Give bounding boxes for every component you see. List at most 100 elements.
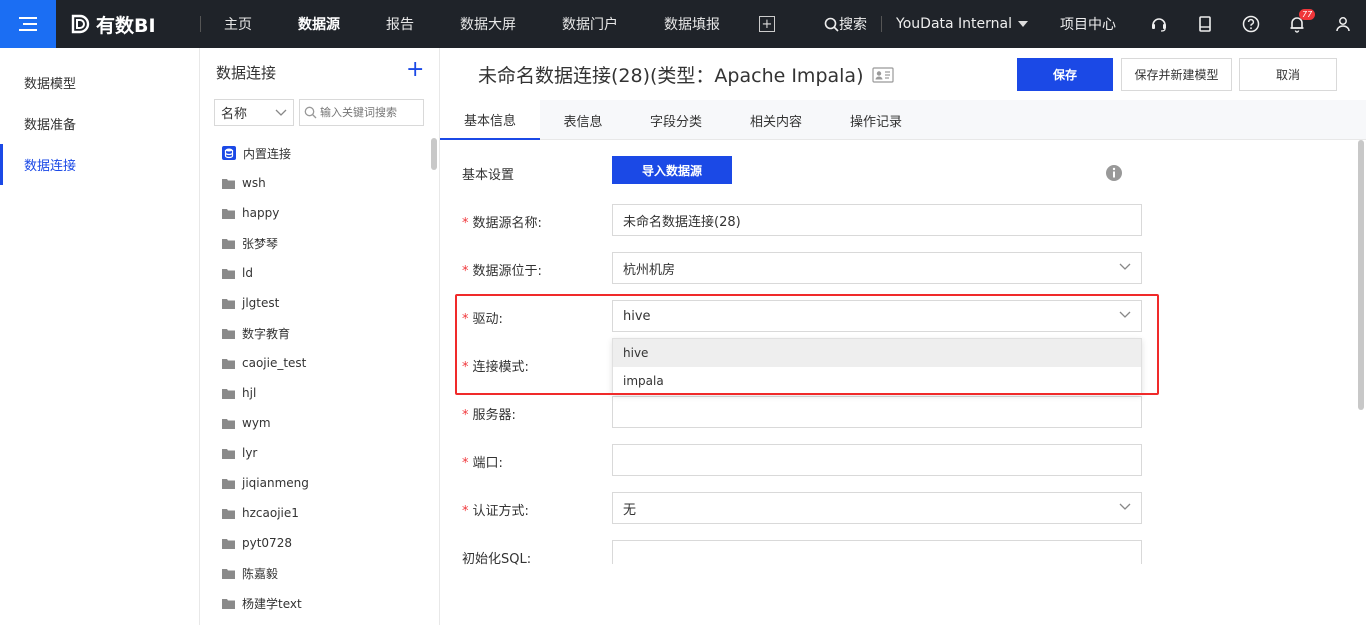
tab-operation-log[interactable]: 操作记录: [826, 100, 926, 140]
support-button[interactable]: [1136, 0, 1182, 48]
datasource-name-input[interactable]: 未命名数据连接(28): [612, 204, 1142, 236]
nav-bigscreen[interactable]: 数据大屏: [437, 0, 539, 48]
save-button[interactable]: 保存: [1017, 58, 1113, 91]
connection-panel-title: 数据连接: [216, 64, 277, 82]
driver-option-impala[interactable]: impala: [613, 367, 1141, 395]
tab-related-content[interactable]: 相关内容: [726, 100, 826, 140]
tree-item[interactable]: jiqianmeng: [200, 468, 428, 498]
notification-badge: 77: [1299, 9, 1316, 20]
tree-item-label: jlgtest: [242, 296, 280, 310]
init-sql-input[interactable]: [612, 540, 1142, 564]
required-mark: *: [462, 408, 469, 423]
tree-item-label: wym: [242, 416, 271, 430]
tree-scrollbar[interactable]: [431, 138, 437, 170]
youdata-logo-icon: [71, 14, 90, 34]
tree-item-label: pyt0728: [242, 536, 292, 550]
required-mark: *: [462, 360, 469, 375]
tree-item[interactable]: happy: [200, 198, 428, 228]
folder-icon: [222, 448, 235, 459]
tree-item[interactable]: hjl: [200, 378, 428, 408]
headset-icon: [1152, 18, 1166, 32]
tab-field-category[interactable]: 字段分类: [626, 100, 726, 140]
sidebar-item-data-connection[interactable]: 数据连接: [0, 144, 199, 185]
tree-item[interactable]: 数字教育: [200, 318, 428, 348]
nav-report[interactable]: 报告: [363, 0, 437, 48]
help-button[interactable]: [1228, 0, 1274, 48]
cancel-button[interactable]: 取消: [1239, 58, 1337, 91]
tree-item-label: hjl: [242, 386, 257, 400]
filter-select[interactable]: 名称: [214, 99, 294, 126]
page-title: 未命名数据连接(28)(类型：Apache Impala): [478, 61, 895, 88]
filter-select-value: 名称: [221, 107, 248, 122]
project-center-link[interactable]: 项目中心: [1060, 14, 1116, 34]
tree-item[interactable]: lyr: [200, 438, 428, 468]
tree-item-label: hzcaojie1: [242, 506, 299, 520]
help-icon: [1242, 15, 1260, 33]
port-input[interactable]: [612, 444, 1142, 476]
nav-datasource[interactable]: 数据源: [275, 0, 363, 48]
tree-item[interactable]: wym: [200, 408, 428, 438]
port-label-text: 端口:: [472, 456, 503, 471]
database-icon: [222, 146, 236, 160]
auth-method-label-text: 认证方式:: [472, 504, 529, 519]
tree-item[interactable]: wsh: [200, 168, 428, 198]
tree-item-label: happy: [242, 206, 280, 220]
user-button[interactable]: [1320, 0, 1366, 48]
driver-option-hive[interactable]: hive: [613, 339, 1141, 367]
tree-item[interactable]: ld: [200, 258, 428, 288]
tree-item[interactable]: caojie_test: [200, 348, 428, 378]
required-mark: *: [462, 312, 469, 327]
tree-item-label: lyr: [242, 446, 258, 460]
sidebar-item-data-prep[interactable]: 数据准备: [0, 103, 199, 144]
tree-item[interactable]: 张梦琴: [200, 228, 428, 258]
driver-select[interactable]: hive: [612, 300, 1142, 332]
auth-method-select[interactable]: 无: [612, 492, 1142, 524]
tree-item[interactable]: hzcaojie1: [200, 498, 428, 528]
tab-table-info[interactable]: 表信息: [540, 100, 626, 140]
docs-button[interactable]: [1182, 0, 1228, 48]
org-switcher[interactable]: YouData Internal: [882, 16, 1042, 32]
nav-add-icon[interactable]: +: [759, 16, 775, 32]
nav-data-entry[interactable]: 数据填报: [641, 0, 743, 48]
tab-bar: 基本信息 表信息 字段分类 相关内容 操作记录: [440, 100, 1366, 140]
logo[interactable]: 有数BI: [70, 11, 200, 38]
required-mark: *: [462, 264, 469, 279]
datasource-location-select[interactable]: 杭州机房: [612, 252, 1142, 284]
tree-item[interactable]: pyt0728: [200, 528, 428, 558]
id-card-icon[interactable]: [872, 66, 895, 83]
nav-portal[interactable]: 数据门户: [539, 0, 641, 48]
connection-search[interactable]: [299, 99, 424, 126]
notification-button[interactable]: 77: [1274, 0, 1320, 48]
nav-home[interactable]: 主页: [201, 0, 275, 48]
tree-item[interactable]: 陈嘉毅: [200, 558, 428, 588]
folder-icon: [222, 268, 235, 279]
menu-toggle-button[interactable]: [0, 0, 56, 48]
server-input[interactable]: [612, 396, 1142, 428]
auth-method-value: 无: [623, 502, 637, 518]
required-mark: *: [462, 216, 469, 231]
folder-icon: [222, 358, 235, 369]
global-search[interactable]: 搜索: [824, 14, 867, 34]
save-and-new-model-button[interactable]: 保存并新建模型: [1121, 58, 1232, 91]
tree-item[interactable]: jlgtest: [200, 288, 428, 318]
chevron-down-icon: [1119, 311, 1131, 318]
connection-search-input[interactable]: [320, 106, 420, 119]
main-content: 未命名数据连接(28)(类型：Apache Impala) 保存 保存并新建模型…: [440, 48, 1366, 625]
driver-dropdown: hive impala: [612, 338, 1142, 394]
add-connection-button[interactable]: +: [406, 58, 424, 82]
menu-icon: [19, 17, 37, 31]
tree-item-label: 张梦琴: [242, 236, 279, 251]
tree-item[interactable]: 杨建学text: [200, 588, 428, 618]
required-mark: *: [462, 504, 469, 519]
main-scrollbar[interactable]: [1358, 140, 1364, 410]
user-icon: [1336, 17, 1350, 32]
import-datasource-button[interactable]: 导入数据源: [612, 156, 732, 184]
top-bar: 有数BI 主页 数据源 报告 数据大屏 数据门户 数据填报 + 搜索 YouDa…: [0, 0, 1366, 48]
info-icon[interactable]: [1105, 164, 1123, 182]
search-icon: [824, 17, 839, 32]
connection-panel: 数据连接 + 名称 内置连接 wsh happy 张梦琴 ld jlgtest 数字教育 ca…: [200, 48, 440, 625]
chevron-down-icon: [1119, 263, 1131, 270]
tab-basic-info[interactable]: 基本信息: [440, 100, 540, 140]
tree-item[interactable]: 内置连接: [200, 138, 428, 168]
sidebar-item-data-model[interactable]: 数据模型: [0, 62, 199, 103]
